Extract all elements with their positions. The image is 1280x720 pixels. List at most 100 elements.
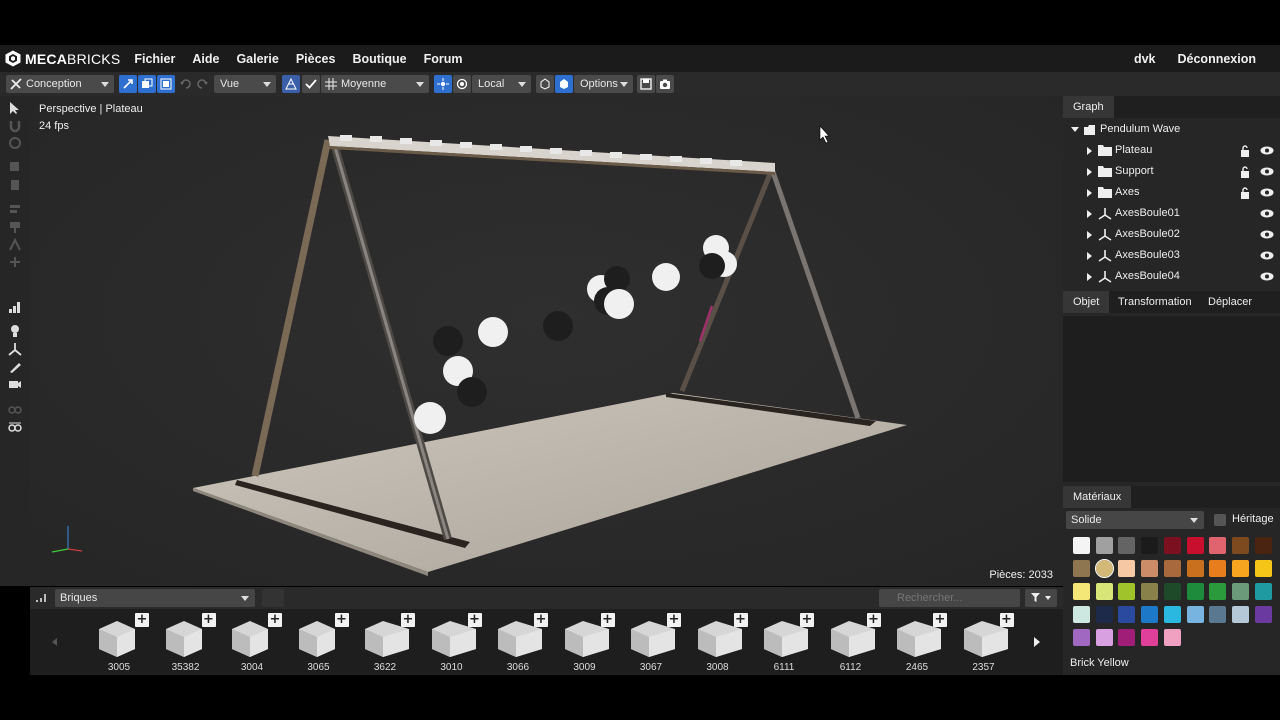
color-swatch[interactable] [1095, 606, 1113, 623]
trash-icon[interactable] [8, 177, 22, 191]
options-dropdown[interactable]: Options [574, 75, 633, 93]
color-swatch[interactable] [1254, 606, 1272, 623]
brick-item[interactable]: +3065 [286, 611, 351, 673]
brick-item[interactable]: +2465 [885, 611, 949, 673]
color-swatch[interactable] [1186, 537, 1204, 554]
color-swatch[interactable] [1163, 606, 1181, 623]
tree-item[interactable]: AxesBoule03 [1063, 245, 1280, 266]
color-swatch[interactable] [1209, 606, 1227, 623]
brick-item[interactable]: +35382 [153, 611, 218, 673]
hinge-icon[interactable] [8, 238, 22, 252]
transform-button[interactable] [434, 75, 452, 93]
eye-icon[interactable] [1260, 251, 1274, 260]
add-brick-button[interactable]: + [999, 613, 1014, 627]
paint-icon[interactable] [8, 220, 22, 234]
color-swatch[interactable] [1231, 537, 1249, 554]
tab-materiaux[interactable]: Matériaux [1063, 486, 1132, 508]
add-brick-button[interactable]: + [933, 613, 947, 627]
view-dropdown[interactable]: Vue [214, 75, 276, 93]
eye-icon[interactable] [1260, 146, 1274, 155]
color-swatch[interactable] [1094, 559, 1114, 578]
color-swatch[interactable] [1231, 583, 1249, 600]
axes-icon[interactable] [8, 342, 22, 356]
cube-view-button[interactable] [555, 75, 573, 93]
color-swatch[interactable] [1231, 560, 1249, 577]
brick-item[interactable]: +6112 [818, 611, 883, 673]
tab-transformation[interactable]: Transformation [1108, 291, 1202, 313]
pivot-button[interactable] [453, 75, 471, 93]
add-brick-button[interactable]: + [733, 613, 748, 627]
color-swatch[interactable] [1118, 560, 1136, 577]
color-swatch[interactable] [1209, 583, 1227, 600]
brick-item[interactable]: +3622 [353, 611, 417, 673]
eye-icon[interactable] [1260, 230, 1274, 239]
tab-deplacer[interactable]: Déplacer [1198, 291, 1262, 313]
add-brick-button[interactable]: + [135, 613, 149, 627]
tree-item[interactable]: AxesBoule01 [1063, 203, 1280, 224]
color-swatch[interactable] [1141, 537, 1159, 554]
add-brick-button[interactable]: + [866, 613, 881, 627]
color-swatch[interactable] [1254, 537, 1272, 554]
color-swatch[interactable] [1163, 583, 1181, 600]
user-name[interactable]: dvk [1134, 52, 1156, 66]
brick-item[interactable]: +3066 [486, 611, 550, 673]
lock-icon[interactable] [1240, 187, 1250, 199]
add-brick-button[interactable]: + [600, 613, 615, 627]
brick-item[interactable]: +2357 [951, 611, 1016, 673]
material-type-dropdown[interactable]: Solide [1066, 511, 1204, 529]
color-swatch[interactable] [1095, 583, 1113, 600]
expand-arrow-icon[interactable] [1087, 189, 1092, 197]
tree-item[interactable]: Plateau [1063, 140, 1280, 161]
brick-category-dropdown[interactable]: Briques [55, 589, 255, 607]
align-icon[interactable] [8, 202, 22, 216]
eye-icon[interactable] [1260, 209, 1274, 218]
group-button[interactable] [157, 75, 175, 93]
copy-icon[interactable] [8, 159, 22, 173]
color-swatch[interactable] [1141, 560, 1159, 577]
brick-prev-arrow[interactable] [52, 638, 57, 646]
color-swatch[interactable] [1254, 560, 1272, 577]
add-brick-button[interactable]: + [667, 613, 681, 627]
lock-icon[interactable] [1240, 166, 1250, 178]
add-brick-button[interactable]: + [334, 613, 349, 627]
grid-dots-icon[interactable] [36, 592, 48, 604]
menu-pieces[interactable]: Pièces [296, 52, 336, 66]
add-brick-button[interactable]: + [268, 613, 282, 627]
subcategory-button[interactable] [262, 589, 284, 607]
brick-search-input[interactable] [879, 589, 1020, 607]
color-swatch[interactable] [1186, 560, 1204, 577]
color-swatch[interactable] [1231, 606, 1249, 623]
color-swatch[interactable] [1209, 560, 1227, 577]
brick-item[interactable]: +3008 [685, 611, 750, 673]
color-swatch[interactable] [1254, 583, 1272, 600]
expand-arrow-icon[interactable] [1087, 147, 1092, 155]
redo-button[interactable] [194, 75, 212, 93]
brick-item[interactable]: +6111 [752, 611, 816, 673]
color-swatch[interactable] [1163, 537, 1181, 554]
color-swatch[interactable] [1186, 606, 1204, 623]
logo[interactable]: MECABRICKS [5, 50, 120, 67]
menu-aide[interactable]: Aide [192, 52, 219, 66]
save-button[interactable] [637, 75, 655, 93]
color-swatch[interactable] [1141, 583, 1159, 600]
color-swatch[interactable] [1073, 629, 1090, 646]
menu-forum[interactable]: Forum [424, 52, 463, 66]
tab-graph[interactable]: Graph [1063, 96, 1114, 118]
mode-dropdown[interactable]: Conception [6, 75, 114, 93]
add-brick-button[interactable]: + [800, 613, 814, 627]
color-swatch[interactable] [1095, 629, 1113, 646]
undo-button[interactable] [176, 75, 194, 93]
eye-icon[interactable] [1260, 167, 1274, 176]
flex-icon[interactable] [8, 255, 22, 269]
color-swatch[interactable] [1163, 629, 1181, 646]
tab-objet[interactable]: Objet [1063, 291, 1110, 313]
eye-icon[interactable] [1260, 272, 1274, 281]
expand-arrow-icon[interactable] [1087, 210, 1092, 218]
glasses-dim-icon[interactable] [8, 402, 22, 416]
brick-item[interactable]: +3004 [220, 611, 284, 673]
brick-item[interactable]: +3005 [87, 611, 151, 673]
add-brick-button[interactable]: + [467, 613, 482, 627]
tree-root[interactable]: Pendulum Wave [1063, 119, 1280, 140]
pen-icon[interactable] [8, 360, 22, 374]
box-select-button[interactable] [536, 75, 554, 93]
